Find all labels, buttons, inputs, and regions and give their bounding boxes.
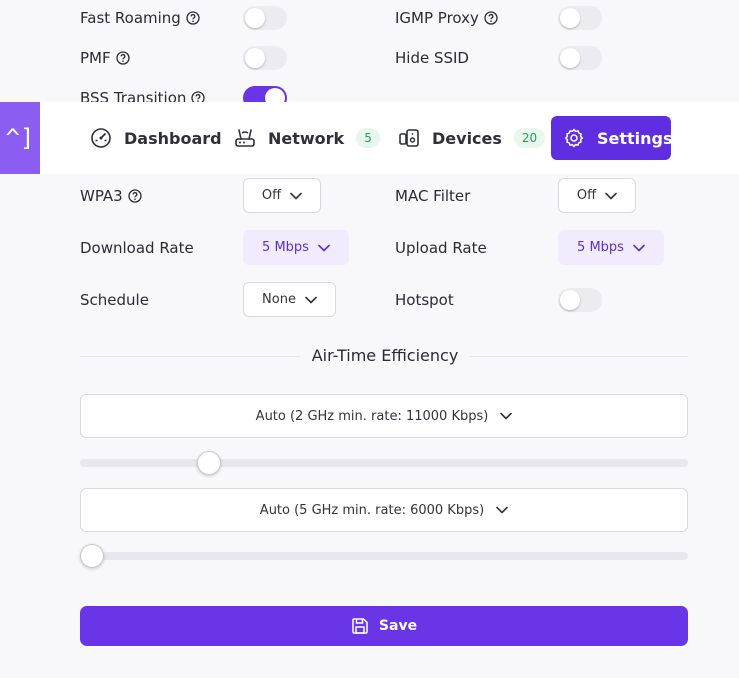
wpa3-select[interactable]: Off bbox=[243, 178, 321, 213]
save-button-label: Save bbox=[378, 618, 418, 634]
chevron-down-icon bbox=[305, 296, 317, 304]
hotspot-toggle[interactable] bbox=[558, 288, 602, 312]
mac-filter-value: Off bbox=[576, 188, 597, 203]
gear-icon bbox=[563, 127, 585, 149]
gauge-icon bbox=[90, 127, 112, 149]
network-count-badge: 5 bbox=[356, 128, 380, 148]
nav-network[interactable]: Network 5 bbox=[222, 116, 392, 160]
mac-filter-select[interactable]: Off bbox=[558, 178, 636, 213]
floppy-disk-icon bbox=[351, 617, 369, 635]
chevron-down-icon bbox=[500, 412, 513, 420]
pmf-label: PMF bbox=[80, 49, 130, 67]
airtime-5ghz-slider-thumb[interactable] bbox=[80, 544, 104, 568]
upload-rate-value: 5 Mbps bbox=[577, 240, 624, 255]
wpa3-label: WPA3 bbox=[80, 187, 142, 205]
nav-devices[interactable]: Devices 20 bbox=[386, 116, 557, 160]
airtime-2ghz-slider-thumb[interactable] bbox=[196, 451, 221, 475]
nav-devices-label: Devices bbox=[432, 128, 502, 148]
schedule-select[interactable]: None bbox=[243, 282, 336, 317]
mac-filter-label: MAC Filter bbox=[395, 187, 471, 205]
chevron-down-icon bbox=[496, 506, 508, 514]
hotspot-label: Hotspot bbox=[395, 291, 454, 309]
airtime-2ghz-slider-track[interactable] bbox=[80, 459, 688, 467]
fast-roaming-label: Fast Roaming bbox=[80, 9, 200, 27]
igmp-proxy-label: IGMP Proxy bbox=[395, 9, 498, 27]
fast-roaming-toggle[interactable] bbox=[243, 6, 287, 30]
airtime-section-title: Air-Time Efficiency bbox=[300, 346, 470, 365]
upload-rate-select[interactable]: 5 Mbps bbox=[558, 230, 664, 265]
nav-dashboard-label: Dashboard bbox=[124, 128, 222, 148]
chevron-down-icon bbox=[318, 244, 330, 252]
top-navbar: ^] Dashboard Network 5 Devices 20 Settin… bbox=[0, 102, 739, 174]
help-icon[interactable] bbox=[186, 11, 200, 25]
airtime-5ghz-value: Auto (5 GHz min. rate: 6000 Kbps) bbox=[259, 502, 485, 518]
airtime-2ghz-value: Auto (2 GHz min. rate: 11000 Kbps) bbox=[255, 408, 489, 424]
app-logo[interactable]: ^] bbox=[0, 102, 40, 174]
download-rate-label: Download Rate bbox=[80, 239, 194, 257]
nav-dashboard[interactable]: Dashboard bbox=[78, 116, 234, 160]
help-icon[interactable] bbox=[128, 189, 142, 203]
airtime-5ghz-select[interactable]: Auto (5 GHz min. rate: 6000 Kbps) bbox=[80, 488, 688, 532]
chevron-down-icon bbox=[633, 244, 645, 252]
schedule-label: Schedule bbox=[80, 291, 149, 309]
devices-count-badge: 20 bbox=[513, 128, 546, 148]
airtime-2ghz-select[interactable]: Auto (2 GHz min. rate: 11000 Kbps) bbox=[80, 394, 688, 438]
airtime-5ghz-slider-track[interactable] bbox=[80, 552, 688, 560]
schedule-value: None bbox=[262, 292, 296, 307]
nav-settings-label: Settings bbox=[597, 128, 673, 148]
help-icon[interactable] bbox=[115, 51, 130, 65]
nav-network-label: Network bbox=[268, 128, 345, 148]
download-rate-value: 5 Mbps bbox=[262, 240, 309, 255]
pmf-toggle[interactable] bbox=[243, 46, 287, 70]
section-divider-right bbox=[470, 356, 688, 357]
hide-ssid-label: Hide SSID bbox=[395, 49, 469, 67]
hide-ssid-toggle[interactable] bbox=[558, 46, 602, 70]
chevron-down-icon bbox=[605, 192, 617, 200]
wpa3-value: Off bbox=[261, 188, 282, 203]
devices-icon bbox=[398, 127, 420, 149]
router-icon bbox=[234, 127, 256, 149]
igmp-proxy-toggle[interactable] bbox=[558, 6, 602, 30]
section-divider-left bbox=[80, 356, 300, 357]
save-button[interactable]: Save bbox=[80, 606, 688, 646]
chevron-down-icon bbox=[290, 192, 302, 200]
help-icon[interactable] bbox=[484, 11, 498, 25]
logo-glyph: ^] bbox=[5, 124, 35, 152]
nav-settings[interactable]: Settings bbox=[551, 116, 673, 160]
upload-rate-label: Upload Rate bbox=[395, 239, 487, 257]
download-rate-select[interactable]: 5 Mbps bbox=[243, 230, 349, 265]
